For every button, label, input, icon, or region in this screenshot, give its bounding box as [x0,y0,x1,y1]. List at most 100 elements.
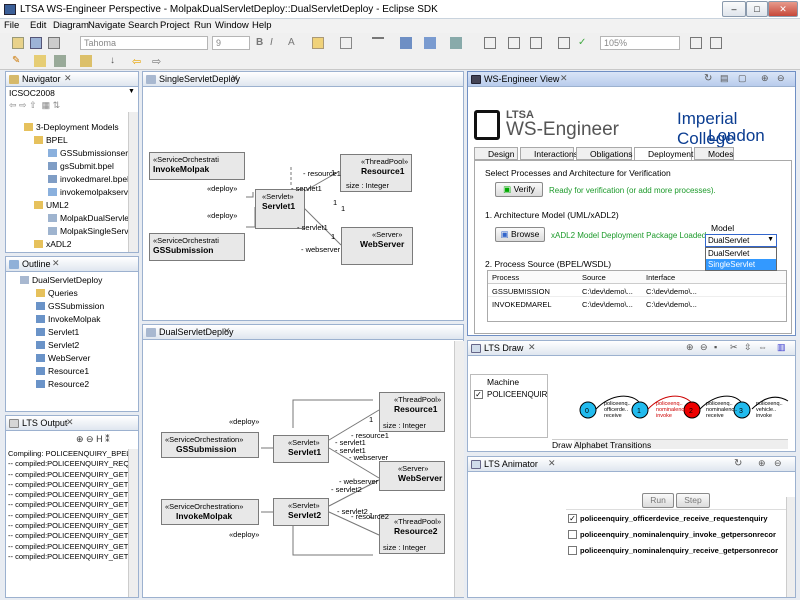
chevron-down-icon[interactable]: ▼ [128,88,135,95]
menu-run[interactable]: Run [194,20,211,31]
tree-item[interactable]: BPEL [34,135,68,145]
tree-item[interactable]: invokedmarel.bpel [48,174,128,184]
tree-item[interactable]: MolpakDualServlet [48,213,128,223]
invoke-molpak-node[interactable]: «ServiceOrchestrati InvokeMolpak [149,152,245,180]
search-icon[interactable] [54,55,66,67]
arrange-icon[interactable] [400,37,412,49]
fit-icon[interactable]: ▥ [777,342,786,353]
tab-deployment[interactable]: Deployment [634,147,693,160]
menu-file[interactable]: File [4,20,19,31]
navigator-scrollbar[interactable] [128,112,138,252]
menu-help[interactable]: Help [252,20,272,31]
collapse-icon[interactable]: ⇔ [758,342,767,352]
snap-icon[interactable] [558,37,570,49]
tab-design[interactable]: Design [474,147,518,160]
ws-engineer-tab[interactable]: WS-Engineer View ✕ ↻ ▤ ▢ ⊕ ⊖ [468,72,795,87]
zoom-out-icon[interactable] [710,37,722,49]
maximize-button[interactable]: □ [746,1,768,17]
outline-tab[interactable]: Outline ✕ [6,257,138,272]
open-type-icon[interactable] [34,55,46,67]
close-button[interactable]: ✕ [768,1,798,17]
model-option-singleservlet[interactable]: SingleServlet [706,259,776,270]
menu-diagram[interactable]: Diagram [53,20,89,31]
tree-item[interactable]: Queries [36,288,78,298]
size-icon[interactable] [450,37,462,49]
fill-color-icon[interactable] [312,37,324,49]
menu-edit[interactable]: Edit [30,20,46,31]
run-button[interactable]: Run [642,493,674,508]
diagram-scrollbar[interactable] [454,341,464,597]
machine-checkbox[interactable]: ✓ [474,390,483,399]
column-interface[interactable]: Interface [646,273,675,282]
tab-alphabet[interactable]: Alphabet [574,440,608,450]
zoom-in-icon[interactable]: ⊕ [686,342,694,353]
tree-item[interactable]: UML2 [34,200,69,210]
action-item[interactable]: policeenquiry_nominalenquiry_invoke_getp… [580,530,788,539]
column-process[interactable]: Process [492,273,519,282]
browse-button[interactable]: ▣ Browse [495,227,545,242]
scissors-icon[interactable]: ✂ [730,342,738,353]
tree-item[interactable]: 3-Deployment Models [24,122,119,132]
tree-item[interactable]: Servlet2 [36,340,79,350]
verify-button[interactable]: ▣ Verify [495,182,543,197]
tree-item[interactable]: Servlet1 [36,327,79,337]
gssubmission-node[interactable]: «ServiceOrchestration» GSSubmission [161,432,259,458]
menu-project[interactable]: Project [160,20,190,31]
forward-icon[interactable]: ⇨ [152,55,164,68]
save-icon[interactable]: ▪ [714,342,717,352]
step-button[interactable]: Step [676,493,710,508]
close-icon[interactable]: ✕ [223,326,231,337]
zoom-in-icon[interactable]: ⊕ [758,458,766,469]
resource1-node[interactable]: «ThreadPool» Resource1 size : Integer [379,392,445,432]
save-icon[interactable] [30,37,42,49]
next-annotation-icon[interactable]: ↓ [110,55,122,67]
action-checkbox[interactable] [568,530,577,539]
tree-item[interactable]: gsSubmit.bpel [48,161,114,171]
menu-search[interactable]: Search [128,20,158,31]
output-toolbar[interactable]: ⊕ ⊖ H ⁑ [76,434,110,445]
servlet2-node[interactable]: «Servlet» Servlet2 [273,498,329,526]
tree-item[interactable]: MolpakSingleServle [48,226,128,236]
line-style-icon[interactable] [372,37,384,49]
filter-icon[interactable] [484,37,496,49]
close-icon[interactable]: ✕ [66,417,74,428]
webserver-node[interactable]: «Server» WebServer [379,461,445,491]
close-icon[interactable]: ✕ [231,73,239,84]
close-icon[interactable]: ✕ [52,258,60,269]
back-icon[interactable]: ⇦ [132,55,144,68]
refresh-icon[interactable]: ↻ [734,458,742,469]
zoom-in-icon[interactable] [690,37,702,49]
tab-transitions[interactable]: Transitions [610,440,651,450]
zoom-out-icon[interactable]: ⊖ [777,73,785,84]
tree-item[interactable]: GSSubmission [36,301,104,311]
navigator-tab[interactable]: Navigator ✕ [6,72,138,87]
tree-item[interactable]: InvokeMolpak [36,314,100,324]
tab-modes[interactable]: Modes [694,147,734,160]
single-servlet-tab[interactable]: SingleServletDeploy ✕ [143,72,463,87]
invoke-molpak-node[interactable]: «ServiceOrchestration» InvokeMolpak [161,499,259,525]
route-icon[interactable]: ✓ [578,37,590,49]
close-icon[interactable]: ✕ [64,73,72,84]
zoom-combo[interactable]: 105% [600,36,680,50]
italic-icon[interactable]: I [270,37,282,49]
tree-item[interactable]: WebServer [36,353,90,363]
machine-entry[interactable]: POLICEENQUIRY_O [487,390,547,399]
font-size-combo[interactable]: 9 [212,36,250,50]
menu-window[interactable]: Window [215,20,249,31]
print-icon[interactable] [48,37,60,49]
ruler-icon[interactable] [530,37,542,49]
line-color-icon[interactable] [340,37,352,49]
document-icon[interactable]: ▢ [738,73,747,84]
zoom-in-icon[interactable]: ⊕ [761,73,769,84]
gssubmission-node[interactable]: «ServiceOrchestrati GSSubmission [149,233,245,261]
action-item[interactable]: policeenquiry_nominalenquiry_receive_get… [580,546,788,555]
align-icon[interactable] [424,37,436,49]
webserver-node[interactable]: «Server» WebServer [341,227,413,265]
action-checkbox[interactable] [568,546,577,555]
settings-icon[interactable]: ▤ [720,73,729,84]
animator-scrollbar[interactable] [786,497,795,597]
action-checkbox[interactable]: ✓ [568,514,577,523]
output-scrollbar[interactable] [128,449,138,597]
pencil-icon[interactable]: ✎ [12,55,24,67]
font-color-icon[interactable]: A [288,37,300,49]
